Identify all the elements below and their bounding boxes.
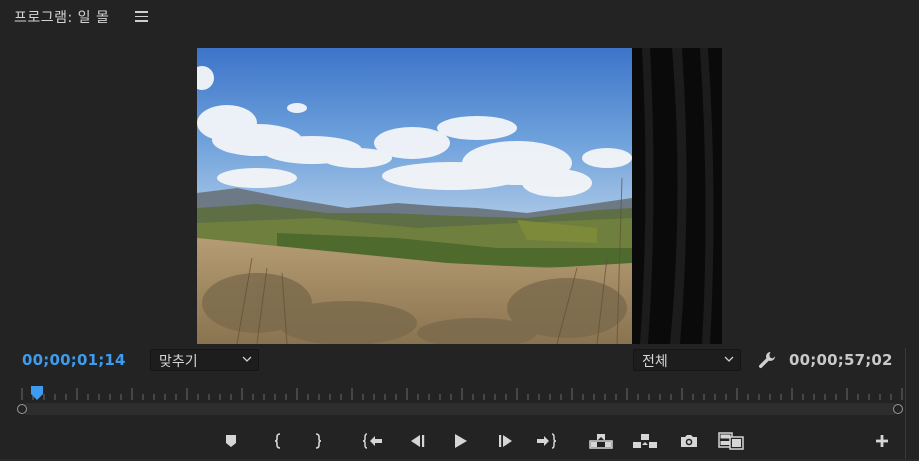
zoom-scrollbar[interactable] — [22, 403, 898, 415]
play-icon — [455, 434, 467, 448]
zoom-scrollbar-right-handle[interactable] — [893, 404, 903, 414]
lift-button[interactable] — [588, 428, 614, 454]
playhead[interactable] — [30, 385, 44, 401]
wrench-icon[interactable] — [757, 350, 777, 370]
zoom-level-select[interactable]: 맞추기 — [150, 349, 259, 371]
play-button[interactable] — [447, 428, 473, 454]
step-back-button[interactable] — [404, 428, 430, 454]
chevron-down-icon — [242, 356, 252, 362]
playback-resolution-select[interactable]: 전체 — [633, 349, 741, 371]
add-marker-button[interactable] — [218, 428, 244, 454]
duration-timecode: 00;00;57;02 — [789, 351, 893, 369]
go-to-out-button[interactable] — [533, 428, 559, 454]
marker-icon — [226, 435, 236, 447]
mark-in-icon — [274, 433, 281, 449]
step-forward-button[interactable] — [493, 428, 519, 454]
video-frame — [197, 48, 632, 344]
playback-resolution-value: 전체 — [642, 354, 668, 370]
go-to-out-icon — [537, 433, 557, 449]
zoom-scrollbar-left-handle[interactable] — [17, 404, 27, 414]
extract-icon — [633, 434, 657, 448]
export-frame-button[interactable] — [676, 428, 702, 454]
step-forward-icon — [499, 435, 512, 447]
panel-header: 프로그램: 일 몰 — [0, 0, 919, 34]
comparison-view-icon — [718, 432, 744, 450]
comparison-view-button[interactable] — [718, 428, 744, 454]
go-to-in-button[interactable] — [360, 428, 386, 454]
hamburger-menu-icon[interactable] — [135, 8, 148, 22]
current-timecode[interactable]: 00;00;01;14 — [22, 351, 126, 369]
plus-icon — [876, 435, 888, 447]
chevron-down-icon — [724, 356, 734, 362]
transport-controls — [0, 428, 919, 456]
button-editor-button[interactable] — [869, 428, 895, 454]
zoom-level-value: 맞추기 — [159, 354, 198, 370]
step-back-icon — [411, 435, 425, 447]
camera-icon — [681, 435, 697, 447]
mark-in-button[interactable] — [265, 428, 291, 454]
program-monitor-viewer[interactable] — [197, 48, 722, 344]
mark-out-button[interactable] — [305, 428, 331, 454]
mark-out-icon — [315, 433, 322, 449]
panel-title[interactable]: 프로그램: 일 몰 — [14, 7, 109, 27]
time-ruler[interactable] — [14, 384, 904, 402]
extract-button[interactable] — [632, 428, 658, 454]
go-to-in-icon — [362, 433, 382, 449]
lift-icon — [589, 434, 613, 449]
curtain-transition-overlay — [632, 48, 722, 344]
